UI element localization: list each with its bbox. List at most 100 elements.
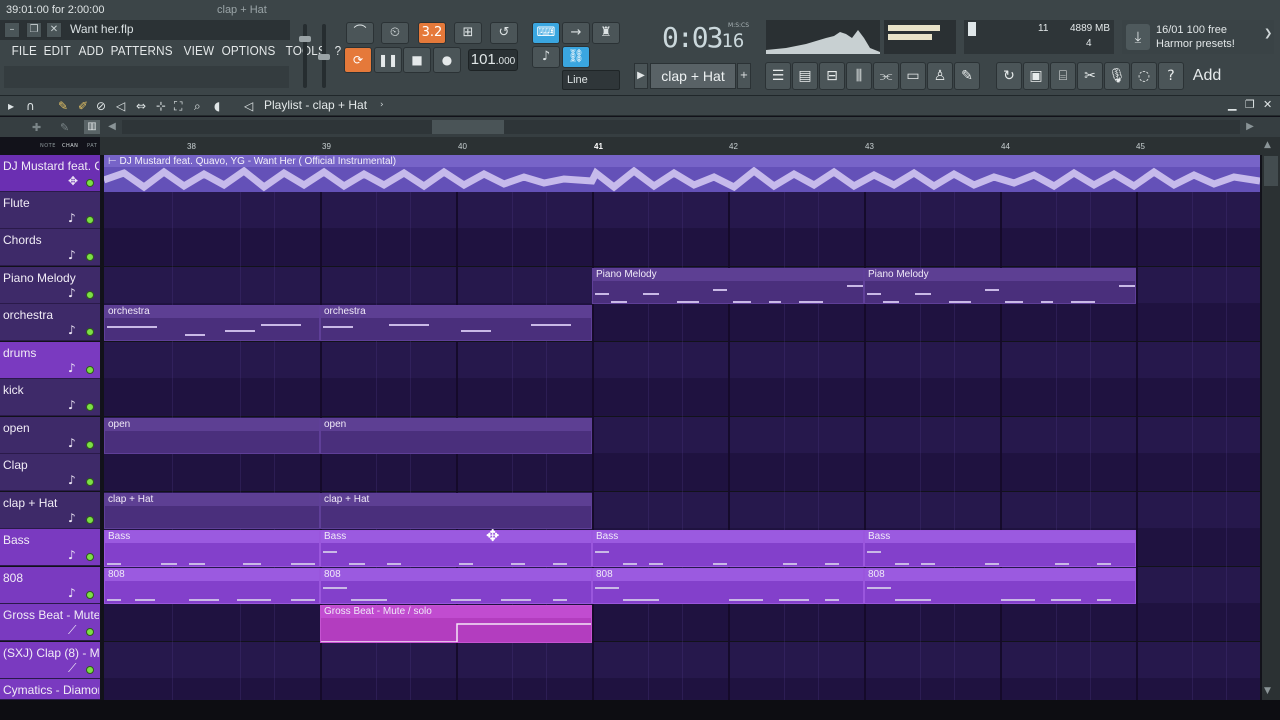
render-icon[interactable]: ⌸ [1050, 62, 1076, 90]
delete-tool-icon[interactable]: ⊘ [96, 99, 106, 113]
pattern-clip[interactable]: Bass [104, 530, 320, 567]
pattern-clip[interactable]: Bass [592, 530, 864, 567]
track-header-bass[interactable]: Bass ♪ [0, 529, 100, 566]
track-header-piano-melody[interactable]: Piano Melody ♪ [0, 267, 100, 304]
menu-edit[interactable]: EDIT [40, 43, 75, 58]
track-header-clap[interactable]: Clap ♪ [0, 454, 100, 491]
track-header-dj-mustard[interactable]: DJ Mustard feat. Qu... ✥ [0, 155, 100, 192]
record-button[interactable]: ● [433, 47, 461, 73]
menu-help[interactable]: ? [331, 43, 345, 58]
plugin-icon[interactable]: ♙ [927, 62, 953, 90]
playlist-maximize-icon[interactable]: ❐ [1245, 98, 1255, 111]
track-header-flute[interactable]: Flute ♪ [0, 192, 100, 229]
track-header-808[interactable]: 808 ♪ [0, 567, 100, 604]
menu-file[interactable]: FILE [8, 43, 41, 58]
horizontal-scroll-thumb[interactable] [432, 120, 504, 134]
track-header-drums[interactable]: drums ♪ [0, 342, 100, 379]
news-panel[interactable]: ⤓ 16/01 100 free Harmor presets! [1122, 20, 1274, 54]
track-mute-led[interactable] [86, 553, 94, 561]
track-mute-led[interactable] [86, 666, 94, 674]
piano-icon[interactable]: ▥ [84, 120, 100, 134]
playlist-menu-icon[interactable]: ▸ [8, 99, 14, 113]
pattern-clip[interactable]: open [104, 418, 320, 454]
track-mute-led[interactable] [86, 179, 94, 187]
playlist-icon[interactable]: ☰ [765, 62, 791, 90]
move-icon[interactable]: ✥ [68, 174, 78, 188]
menu-view[interactable]: VIEW [180, 43, 218, 58]
pattern-clip[interactable]: 808 [320, 568, 592, 604]
snap-selector[interactable]: Line [562, 70, 620, 90]
track-header-orchestra[interactable]: orchestra ♪ [0, 304, 100, 341]
pattern-prev-icon[interactable]: ▶ [634, 63, 648, 89]
countdown-button[interactable]: 3.2 [418, 22, 446, 44]
minimize-icon[interactable]: – [4, 22, 20, 38]
select-tool-icon[interactable]: ⛶ [174, 99, 182, 114]
recording-icon[interactable]: ♜ [592, 22, 620, 44]
scroll-right-icon[interactable]: ▶ [1242, 119, 1258, 135]
restore-icon[interactable]: ❐ [26, 22, 42, 38]
magnet-icon[interactable]: ∩ [26, 99, 35, 113]
track-header-gross-beat[interactable]: Gross Beat - Mute /... ⟋ [0, 604, 100, 641]
audio-input-icon[interactable]: 🎙 [1104, 62, 1130, 90]
track-mute-led[interactable] [86, 216, 94, 224]
pattern-clip[interactable]: 808 [864, 568, 1136, 604]
metronome-icon[interactable]: ⌒ [346, 22, 374, 44]
timeline-ruler[interactable] [100, 137, 1262, 155]
browser-icon[interactable]: ⫘ [873, 62, 899, 90]
scroll-up-icon[interactable]: ▲ [1264, 140, 1271, 150]
collapse-icon[interactable]: ❯ [1264, 28, 1272, 39]
vertical-scroll-thumb[interactable] [1264, 156, 1278, 186]
track-mute-led[interactable] [86, 403, 94, 411]
pattern-clip[interactable]: 808 [104, 568, 320, 604]
pattern-clip[interactable]: Bass [320, 530, 592, 567]
scroll-left-icon[interactable]: ◀ [104, 119, 120, 135]
slip-tool-icon[interactable]: ⇔ [136, 99, 146, 113]
playlist-close-icon[interactable]: ✕ [1263, 98, 1272, 111]
menu-options[interactable]: OPTIONS [218, 43, 279, 58]
pattern-add-icon[interactable]: + [737, 63, 751, 89]
pattern-song-toggle[interactable]: ⟳ [344, 47, 372, 73]
track-mute-led[interactable] [86, 628, 94, 636]
track-mute-led[interactable] [86, 441, 94, 449]
snap-icon[interactable]: ♪ [532, 46, 560, 68]
track-mute-led[interactable] [86, 366, 94, 374]
master-pitch-knob[interactable] [318, 54, 330, 60]
pattern-clip[interactable]: clap + Hat [104, 493, 320, 529]
track-header-cymatics[interactable]: Cymatics - Diamon... [0, 679, 100, 700]
title-chevron-icon[interactable]: › [380, 100, 384, 110]
chat-icon[interactable]: ◌ [1131, 62, 1157, 90]
mute-tool-icon[interactable]: ◁ [116, 99, 125, 113]
download-icon[interactable]: ⤓ [1126, 24, 1150, 50]
typing-keyboard-icon[interactable]: ⌨ [532, 22, 560, 44]
zoom-tool-icon[interactable]: ⌕ [194, 99, 201, 114]
automation-clip[interactable]: Gross Beat - Mute / solo [320, 605, 592, 643]
tools-icon[interactable]: ✂ [1077, 62, 1103, 90]
pattern-clip[interactable]: open [320, 418, 592, 454]
close-icon[interactable]: ✕ [46, 22, 62, 38]
save-icon[interactable]: ▣ [1023, 62, 1049, 90]
piano-roll-icon[interactable]: ▤ [792, 62, 818, 90]
pattern-clip[interactable]: 808 [592, 568, 864, 604]
menu-add[interactable]: ADD [75, 43, 107, 58]
track-header-sxj-clap[interactable]: (SXJ) Clap (8) - Mut... ⟋ [0, 642, 100, 679]
menu-patterns[interactable]: PATTERNS [107, 43, 176, 58]
wait-input-icon[interactable]: ⏲ [381, 22, 409, 44]
brush-icon[interactable]: ✐ [78, 99, 88, 113]
track-mute-led[interactable] [86, 516, 94, 524]
step-forward-icon[interactable]: → [562, 22, 590, 44]
mixer-icon[interactable]: ⫼ [846, 62, 872, 90]
track-header-clap-hat[interactable]: clap + Hat ♪ [0, 492, 100, 529]
track-mute-led[interactable] [86, 291, 94, 299]
track-header-chords[interactable]: Chords ♪ [0, 229, 100, 266]
step-edit-icon[interactable]: ⊞ [454, 22, 482, 44]
pattern-clip[interactable]: Piano Melody [592, 268, 864, 304]
playback-tool-icon[interactable]: ◖ [214, 99, 220, 113]
loop-record-icon[interactable]: ↺ [490, 22, 518, 44]
track-header-kick[interactable]: kick ♪ [0, 379, 100, 416]
pause-button[interactable]: ❚❚ [374, 47, 402, 73]
scroll-down-icon[interactable]: ▼ [1264, 686, 1271, 696]
track-option-icon[interactable]: ✚ [32, 121, 41, 134]
link-icon[interactable]: ⛓ [562, 46, 590, 68]
tempo-display[interactable]: 101.000 [468, 49, 518, 71]
slice-tool-icon[interactable]: ⊹ [156, 99, 166, 113]
